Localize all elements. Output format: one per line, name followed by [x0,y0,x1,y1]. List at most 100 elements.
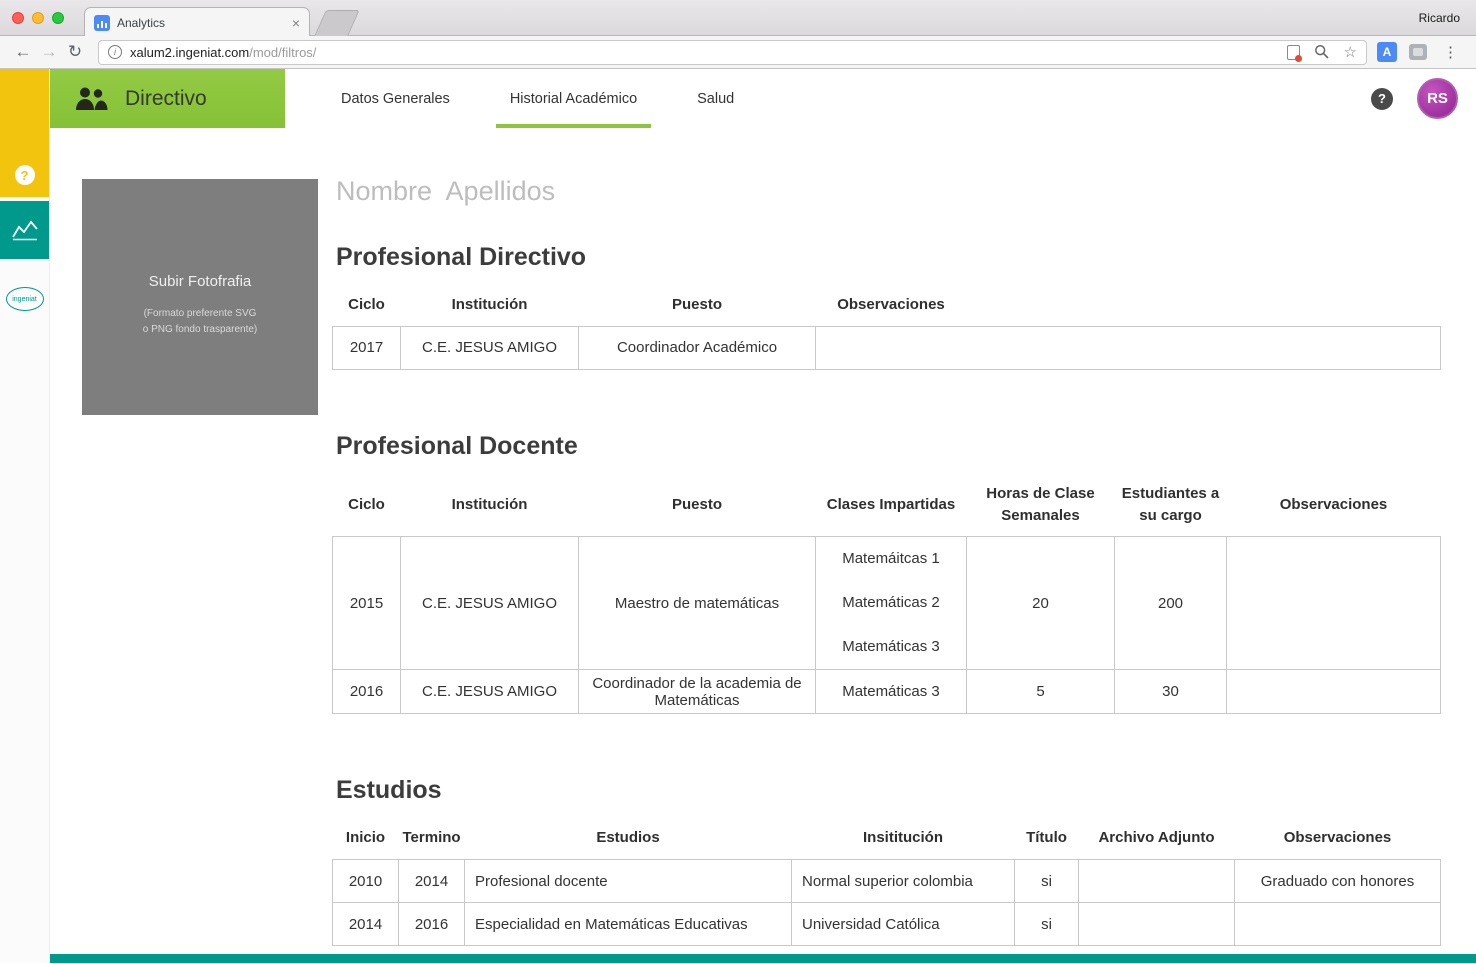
cell-institucion: C.E. JESUS AMIGO [401,537,579,670]
header-right: ? RS [1371,69,1476,128]
col-header-institucion: Institución [401,477,579,537]
section-title-docente: Profesional Docente [336,432,1444,461]
new-tab-button[interactable] [314,10,360,36]
cell-observaciones [1227,670,1441,714]
extension-icon[interactable] [1409,44,1427,60]
role-label: Directivo [125,87,207,111]
photo-upload-box[interactable]: Subir Fotofrafia (Formato preferente SVG… [82,179,318,415]
browser-profile-name[interactable]: Ricardo [1419,11,1460,25]
titlebar: Analytics × Ricardo [0,0,1476,36]
back-button[interactable]: ← [10,42,36,62]
profesional-docente-table: Ciclo Institución Puesto Clases Impartid… [332,477,1441,715]
cell-institucion: Universidad Católica [792,903,1015,946]
tab-historial-academico[interactable]: Historial Académico [496,69,651,128]
people-icon [72,86,110,112]
analytics-favicon-icon [94,15,110,31]
tab-salud[interactable]: Salud [683,69,748,128]
col-header-ciclo: Ciclo [333,288,401,326]
url-host: xalum2.ingeniat.com [130,45,249,60]
minimize-window-button[interactable] [32,12,44,24]
sidebar-help-icon[interactable]: ? [15,165,35,185]
browser-toolbar: ← → ↻ i xalum2.ingeniat.com/mod/filtros/… [0,36,1476,69]
extension-badge-icon[interactable] [1287,45,1300,60]
chart-icon [11,219,39,241]
sidebar-analytics-item[interactable] [0,201,49,259]
url-path: /mod/filtros/ [249,45,316,60]
tab-datos-generales[interactable]: Datos Generales [327,69,464,128]
cell-clases: Matemáticas 3 [816,670,967,714]
section-tabs: Datos Generales Historial Académico Salu… [327,69,780,128]
help-button[interactable]: ? [1371,88,1393,110]
content: Subir Fotofrafia (Formato preferente SVG… [50,128,1476,946]
table-row: 2016 C.E. JESUS AMIGO Coordinador de la … [333,670,1441,714]
col-header-clases: Clases Impartidas [816,477,967,537]
table-header-row: Ciclo Institución Puesto Observaciones [333,288,1441,326]
cell-clases: Matemáitcas 1 Matemáticas 2 Matemáticas … [816,537,967,670]
col-header-inicio: Inicio [333,821,399,859]
browser-window: Analytics × Ricardo ← → ↻ i xalum2.ingen… [0,0,1476,964]
col-header-spacer [967,288,1441,326]
table-row: 2015 C.E. JESUS AMIGO Maestro de matemát… [333,537,1441,670]
col-header-puesto: Puesto [579,477,816,537]
cell-institucion: Normal superior colombia [792,860,1015,903]
profesional-directivo-table: Ciclo Institución Puesto Observaciones 2… [332,288,1441,370]
browser-tab[interactable]: Analytics × [84,7,310,37]
col-header-ciclo: Ciclo [333,477,401,537]
zoom-icon[interactable] [1314,44,1330,60]
cell-termino: 2014 [399,860,465,903]
bookmark-star-icon[interactable]: ☆ [1344,45,1357,60]
cell-institucion: C.E. JESUS AMIGO [401,326,579,369]
cell-archivo [1079,903,1235,946]
cell-institucion: C.E. JESUS AMIGO [401,670,579,714]
col-header-puesto: Puesto [579,288,816,326]
user-avatar[interactable]: RS [1417,78,1458,119]
col-header-observaciones: Observaciones [1227,477,1441,537]
cell-estudios: Profesional docente [465,860,792,903]
section-title-estudios: Estudios [336,776,1444,805]
section-title-directivo: Profesional Directivo [336,243,1444,272]
col-header-observaciones: Observaciones [816,288,967,326]
footer-bar [50,954,1476,963]
cell-ciclo: 2016 [333,670,401,714]
cell-estudiantes: 200 [1115,537,1227,670]
role-header: Directivo [50,69,285,128]
estudios-table: Inicio Termino Estudios Insititución Tít… [332,821,1441,946]
cell-observaciones [816,326,1441,369]
col-header-archivo: Archivo Adjunto [1079,821,1235,859]
cell-puesto: Coordinador Académico [579,326,816,369]
fullscreen-window-button[interactable] [52,12,64,24]
cell-estudios: Especialidad en Matemáticas Educativas [465,903,792,946]
cell-horas: 5 [967,670,1115,714]
content-column: Nombre Apellidos Profesional Directivo C… [332,128,1444,946]
window-controls [12,12,64,24]
cell-archivo [1079,860,1235,903]
url-text: xalum2.ingeniat.com/mod/filtros/ [130,45,316,60]
col-header-observaciones: Observaciones [1235,821,1441,859]
main-area: Directivo Datos Generales Historial Acad… [50,69,1476,963]
app-header: Directivo Datos Generales Historial Acad… [50,69,1476,128]
ingeniat-logo-text: ingeniat [12,296,37,303]
page: ? ingeniat [0,69,1476,963]
table-row: 2017 C.E. JESUS AMIGO Coordinador Académ… [333,326,1441,369]
cell-puesto: Coordinador de la academia de Matemática… [579,670,816,714]
cell-inicio: 2010 [333,860,399,903]
close-window-button[interactable] [12,12,24,24]
cell-puesto: Maestro de matemáticas [579,537,816,670]
cell-observaciones [1235,903,1441,946]
table-header-row: Ciclo Institución Puesto Clases Impartid… [333,477,1441,537]
translate-icon[interactable]: A [1377,42,1397,62]
cell-observaciones: Graduado con honores [1235,860,1441,903]
table-header-row: Inicio Termino Estudios Insititución Tít… [333,821,1441,859]
forward-button[interactable]: → [36,42,62,62]
photo-upload-hint: (Formato preferente SVG o PNG fondo tras… [82,306,318,337]
table-row: 2014 2016 Especialidad en Matemáticas Ed… [333,903,1441,946]
page-info-icon[interactable]: i [108,45,122,59]
sidebar-logo-section: ingeniat [0,287,49,311]
reload-button[interactable]: ↻ [62,42,88,62]
cell-termino: 2016 [399,903,465,946]
sidebar-yellow-section: ? [0,69,49,197]
ingeniat-logo[interactable]: ingeniat [6,287,44,311]
address-bar[interactable]: i xalum2.ingeniat.com/mod/filtros/ ☆ [98,40,1367,65]
browser-menu-icon[interactable]: ⋮ [1439,43,1462,61]
tab-close-icon[interactable]: × [292,16,300,30]
